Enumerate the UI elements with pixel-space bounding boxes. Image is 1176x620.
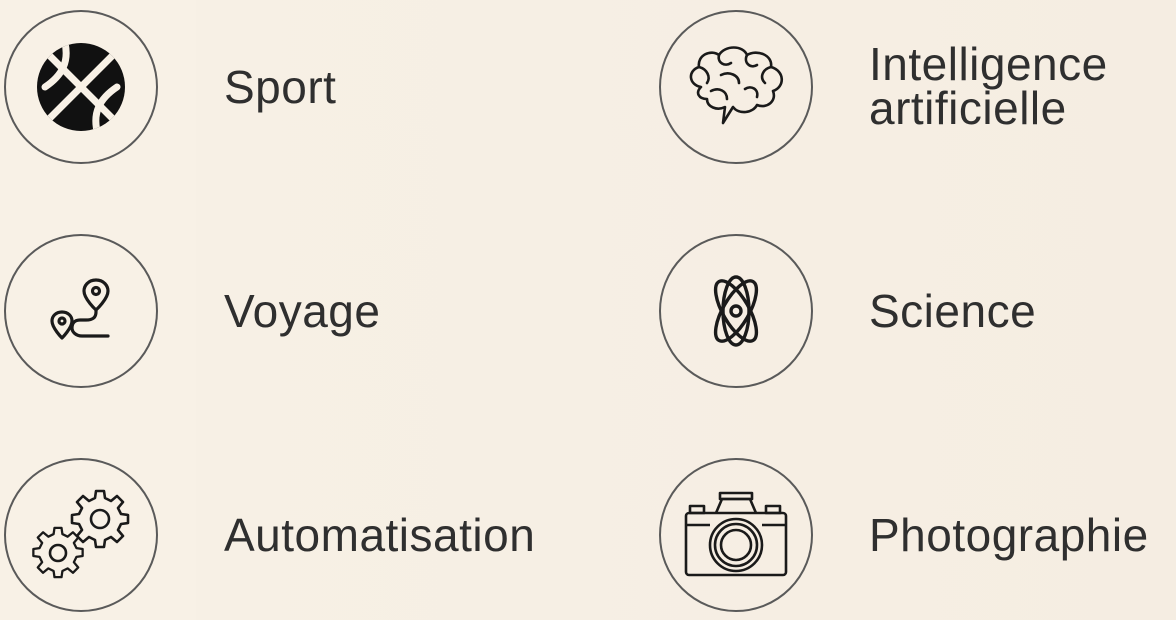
brain-icon <box>689 46 784 125</box>
category-grid: Sport Intelligence artificielle Voyage S… <box>0 0 1176 620</box>
category-science[interactable]: Science <box>659 234 1036 388</box>
category-label: Intelligence artificielle <box>869 38 1108 134</box>
category-sport[interactable]: Sport <box>4 10 336 164</box>
category-label: Sport <box>224 61 337 113</box>
category-icon-circle <box>659 10 813 164</box>
category-label: Science <box>869 285 1037 337</box>
category-photographie[interactable]: Photographie <box>659 458 1149 612</box>
category-voyage[interactable]: Voyage <box>4 234 380 388</box>
category-label: Automatisation <box>224 509 536 561</box>
basketball-icon <box>37 43 125 131</box>
camera-icon <box>684 491 788 577</box>
category-icon-circle <box>4 234 158 388</box>
category-label: Photographie <box>869 509 1149 561</box>
category-intelligence-artificielle[interactable]: Intelligence artificielle <box>659 10 1169 164</box>
route-map-pin-icon <box>50 278 110 340</box>
atom-icon <box>713 275 759 347</box>
category-automatisation[interactable]: Automatisation <box>4 458 535 612</box>
category-icon-circle <box>4 458 158 612</box>
gears-icon <box>32 489 130 579</box>
category-icon-circle <box>659 458 813 612</box>
category-label: Voyage <box>224 285 381 337</box>
category-icon-circle <box>4 10 158 164</box>
category-icon-circle <box>659 234 813 388</box>
